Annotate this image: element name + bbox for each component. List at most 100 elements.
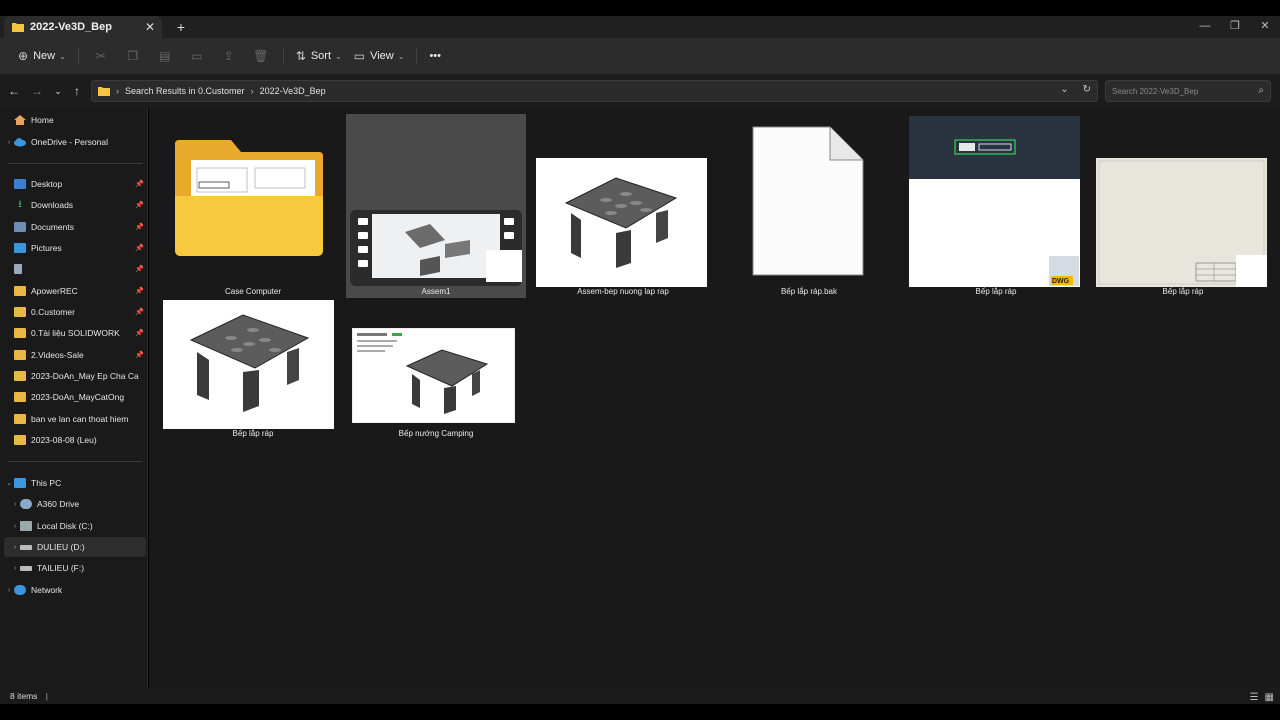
file-tile-selected[interactable]: Assem1 (346, 114, 526, 298)
download-icon: ⭳ (18, 199, 22, 210)
sort-button[interactable]: ⇅ Sort ⌄ (290, 43, 348, 69)
folder-icon (14, 414, 26, 424)
cut-icon[interactable]: ✂ (85, 49, 117, 63)
file-view: Case Computer Assem1 Assem-bep nuong lap… (149, 108, 1280, 688)
sidebar-item-label: Pictures (31, 243, 62, 253)
up-arrow-icon[interactable]: ↑ (69, 83, 85, 99)
search-placeholder: Search 2022-Ve3D_Bep (1112, 86, 1199, 96)
new-button[interactable]: ⊕ New ⌄ (12, 43, 72, 69)
address-bar[interactable]: › Search Results in 0.Customer › 2022-Ve… (91, 80, 1098, 102)
expand-chevron-icon[interactable]: › (10, 501, 20, 508)
status-separator: | (45, 691, 48, 701)
sort-icon: ⇅ (295, 49, 306, 63)
sidebar-item-videos-sale[interactable]: 2.Videos-Sale 📌 (4, 345, 146, 365)
pin-icon: 📌 (135, 352, 144, 359)
sidebar-item-onedrive[interactable]: › OneDrive - Personal (4, 132, 146, 152)
sidebar-item-network[interactable]: › Network (4, 580, 146, 600)
sidebar-item-label: Desktop (31, 179, 63, 189)
sidebar-item-pictures[interactable]: Pictures 📌 (4, 238, 146, 258)
rename-icon[interactable]: ▭ (181, 49, 213, 63)
home-icon (14, 115, 26, 125)
sidebar-item-doan-may-ep[interactable]: 2023-DoAn_May Ep Cha Ca (4, 366, 146, 386)
breadcrumb-search-results[interactable]: Search Results in 0.Customer (125, 86, 245, 96)
sidebar-item-tailieu-f[interactable]: › TAILIEU (F:) (10, 558, 146, 578)
status-bar: 8 items | ☰ ▦ (0, 688, 1280, 704)
chevron-down-icon[interactable]: ⌄ (1060, 84, 1068, 95)
new-tab-button[interactable]: + (172, 19, 190, 35)
file-label: Assem-bep nuong lap rap (577, 287, 669, 296)
close-window-button[interactable]: ✕ (1250, 16, 1280, 38)
file-tile[interactable]: Bếp lắp ráp.bak (719, 116, 899, 300)
documents-icon (14, 222, 26, 232)
file-tile[interactable]: Case Computer (163, 116, 343, 300)
minimize-button[interactable]: — (1190, 16, 1220, 38)
sidebar-item-home[interactable]: Home (4, 110, 146, 130)
tab-2022-ve3d-bep[interactable]: 2022-Ve3D_Bep ✕ (4, 16, 162, 38)
pin-icon: 📌 (135, 224, 144, 231)
sidebar-item-dulieu-d[interactable]: › DULIEU (D:) (4, 537, 146, 557)
folder-icon (14, 435, 26, 445)
pin-icon: 📌 (135, 309, 144, 316)
sidebar-item-doan-maycatong[interactable]: 2023-DoAn_MayCatOng (4, 387, 146, 407)
expand-chevron-icon[interactable]: › (10, 565, 20, 572)
file-tile[interactable]: Bếp lắp ráp (1093, 116, 1273, 300)
back-arrow-icon[interactable]: ← (6, 83, 22, 99)
copy-icon[interactable]: ❐ (117, 49, 149, 63)
sidebar-item-unnamed[interactable]: 📌 (4, 259, 146, 279)
sidebar-item-label: Documents (31, 222, 74, 232)
top-black-bar (0, 0, 1280, 16)
sidebar-item-local-disk-c[interactable]: › Local Disk (C:) (10, 516, 146, 536)
folder-icon (14, 350, 26, 360)
sidebar-item-solidwork[interactable]: 0.Tài liệu SOLIDWORK 📌 (4, 323, 146, 343)
file-tile[interactable]: DWG Bếp lắp ráp (906, 116, 1086, 300)
disk-icon (20, 565, 32, 571)
paste-icon[interactable]: ▤ (149, 49, 181, 63)
sidebar-item-label: 0.Customer (31, 307, 75, 317)
recent-chevron-icon[interactable]: ⌄ (50, 83, 66, 99)
folder-icon (12, 23, 24, 32)
video-thumbnail (350, 210, 522, 286)
sidebar-item-label: TAILIEU (F:) (37, 563, 85, 573)
item-count: 8 items (10, 691, 38, 701)
sidebar-item-downloads[interactable]: ⭳ Downloads 📌 (4, 195, 146, 215)
more-options-button[interactable]: ••• (423, 43, 447, 69)
sidebar-item-a360[interactable]: › A360 Drive (10, 494, 146, 514)
sidebar-item-this-pc[interactable]: ⌄ This PC (4, 473, 146, 493)
expand-chevron-icon[interactable]: › (4, 139, 14, 146)
file-tile[interactable]: Bếp lắp ráp (163, 300, 343, 484)
expand-chevron-icon[interactable]: › (10, 523, 20, 530)
sidebar-item-2023-08-08[interactable]: 2023-08-08 (Leu) (4, 430, 146, 450)
refresh-icon[interactable]: ↻ (1083, 84, 1091, 95)
new-label: New (33, 50, 56, 62)
navigation-pane: Home › OneDrive - Personal Desktop 📌 ⭳ D… (0, 108, 148, 688)
breadcrumb-folder[interactable]: 2022-Ve3D_Bep (260, 86, 326, 96)
pin-icon: 📌 (135, 266, 144, 273)
sidebar-item-label: OneDrive - Personal (31, 137, 109, 147)
sidebar-item-documents[interactable]: Documents 📌 (4, 217, 146, 237)
expand-chevron-icon[interactable]: › (4, 587, 14, 594)
sidebar-item-ban-ve[interactable]: ban ve lan can thoat hiem (4, 409, 146, 429)
delete-icon[interactable]: 🗑 (245, 49, 277, 63)
expanded-chevron-icon[interactable]: ⌄ (4, 479, 14, 487)
file-tile[interactable]: Bếp nướng Camping (346, 300, 526, 484)
computer-icon (14, 478, 26, 488)
sidebar-item-desktop[interactable]: Desktop 📌 (4, 174, 146, 194)
file-tile[interactable]: Assem-bep nuong lap rap (533, 116, 713, 300)
toolbar-divider (416, 47, 418, 65)
expand-chevron-icon[interactable]: › (10, 544, 20, 551)
restore-button[interactable]: ❐ (1220, 16, 1250, 38)
pin-icon: 📌 (135, 202, 144, 209)
search-input[interactable]: Search 2022-Ve3D_Bep ⌕ (1105, 80, 1271, 102)
chevron-down-icon: ⌄ (59, 51, 66, 61)
sidebar-divider (8, 461, 142, 462)
sidebar-item-label: A360 Drive (37, 499, 80, 509)
sidebar-item-0-customer[interactable]: 0.Customer 📌 (4, 302, 146, 322)
sort-label: Sort (310, 50, 332, 62)
forward-arrow-icon[interactable]: → (29, 83, 45, 99)
sidebar-item-apowerrec[interactable]: ApowerREC 📌 (4, 281, 146, 301)
view-button[interactable]: ▭ View ⌄ (348, 43, 411, 69)
tab-close-icon[interactable]: ✕ (142, 20, 158, 34)
share-icon[interactable]: ⇪ (213, 49, 245, 63)
view-icon: ▭ (353, 49, 366, 63)
sidebar-item-label: 0.Tài liệu SOLIDWORK (31, 328, 120, 338)
